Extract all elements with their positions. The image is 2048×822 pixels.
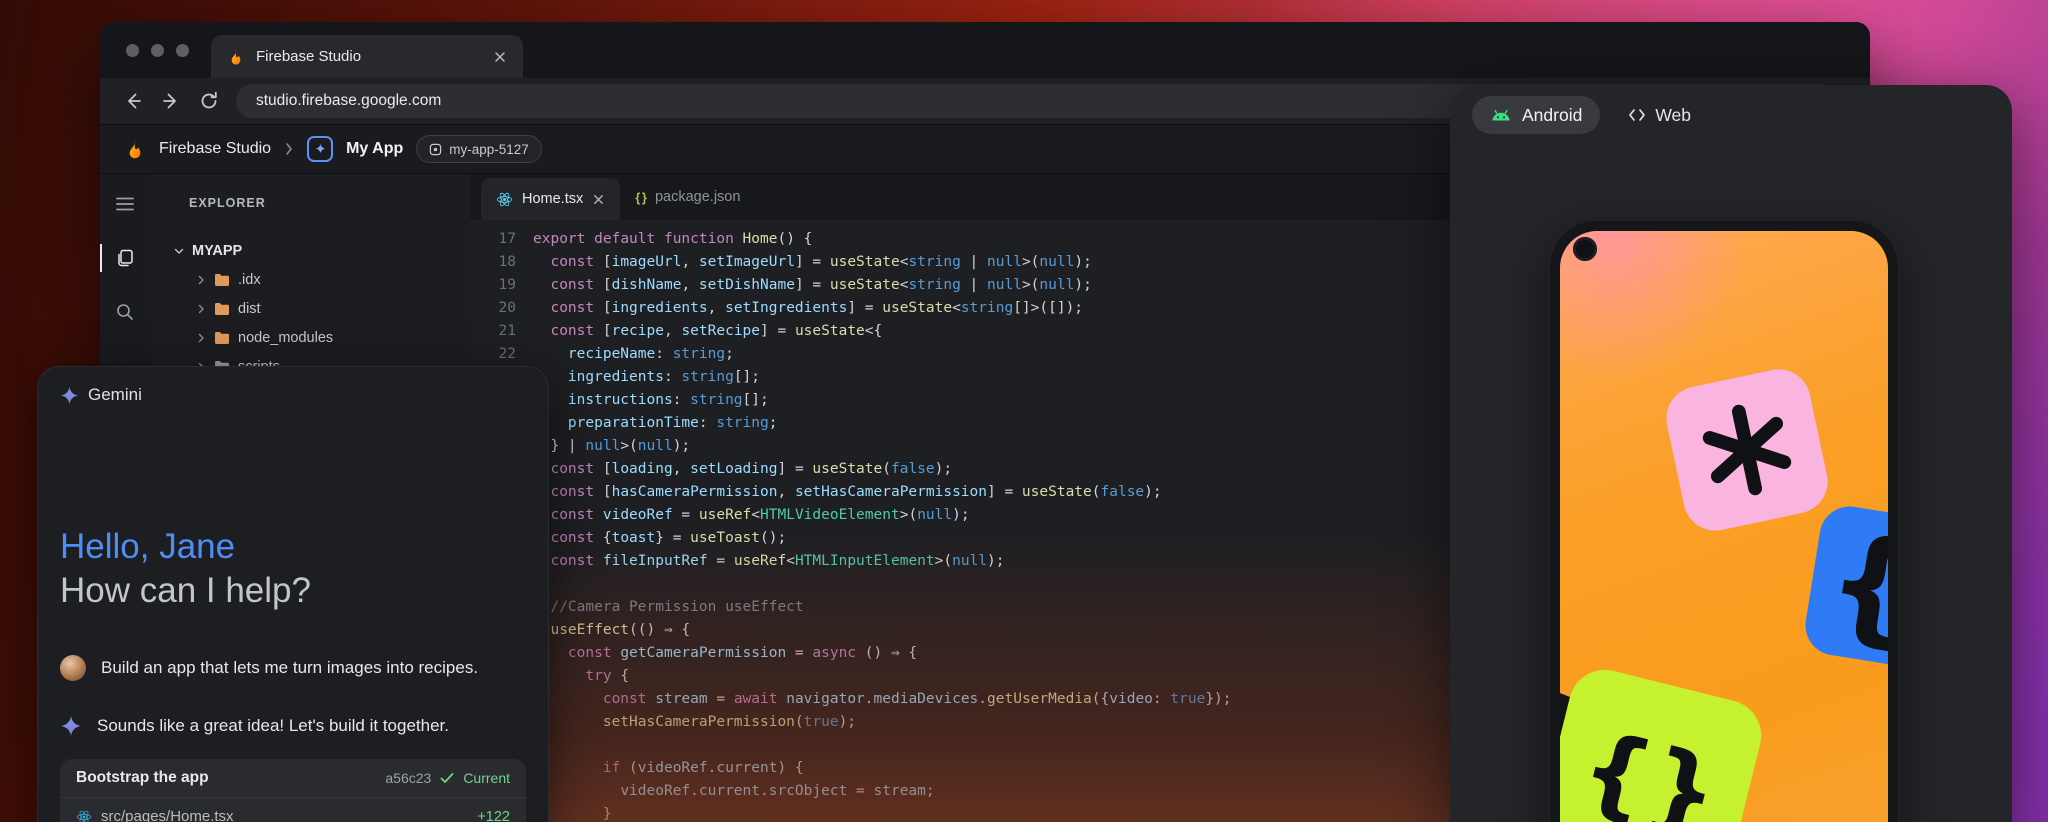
browser-tab-title: Firebase Studio: [256, 48, 482, 65]
folder-icon: [214, 273, 230, 287]
gemini-panel: Gemini Hello, Jane How can I help? Build…: [37, 366, 549, 822]
brand-title[interactable]: Firebase Studio: [159, 140, 271, 158]
chevron-right-icon: [196, 275, 206, 285]
chevron-down-icon: [174, 246, 184, 256]
tree-item-label: .idx: [238, 272, 261, 288]
files-icon: [115, 248, 135, 268]
tree-item-label: dist: [238, 301, 261, 317]
changed-file-path: src/pages/Home.tsx: [101, 808, 468, 822]
tab-close-icon[interactable]: [592, 193, 605, 206]
phone-mockup: { {}: [1548, 219, 1900, 822]
tree-item-idx[interactable]: .idx: [150, 265, 470, 294]
android-toggle-label: Android: [1522, 105, 1582, 126]
search-icon: [115, 302, 135, 322]
user-avatar: [60, 655, 86, 681]
sticker-pink-asterisk: [1660, 363, 1833, 536]
project-id-icon: [429, 143, 442, 156]
window-maximize-button[interactable]: [176, 44, 189, 57]
user-message-row: Build an app that lets me turn images in…: [60, 655, 526, 681]
web-toggle-label: Web: [1655, 105, 1691, 126]
greeting-line1: Hello, Jane: [60, 525, 311, 569]
gemini-star-icon: [60, 715, 82, 737]
firebase-logo-icon: [124, 138, 146, 160]
hamburger-icon: [116, 197, 134, 211]
firebase-favicon-icon: [227, 48, 245, 66]
gemini-header: Gemini: [60, 385, 142, 405]
user-message: Build an app that lets me turn images in…: [101, 658, 478, 678]
project-id-label: my-app-5127: [449, 142, 529, 157]
window-close-button[interactable]: [126, 44, 139, 57]
forward-icon[interactable]: [160, 90, 182, 112]
window-controls: [100, 44, 189, 57]
search-activity-button[interactable]: [100, 290, 150, 334]
browser-tab-firebase-studio[interactable]: Firebase Studio: [211, 35, 523, 78]
assistant-message-row: Sounds like a great idea! Let's build it…: [60, 715, 526, 737]
chevron-right-icon: [196, 304, 206, 314]
react-icon: [76, 809, 92, 822]
chevron-right-icon: [196, 333, 206, 343]
project-icon: [307, 136, 333, 162]
editor-tab-label: Home.tsx: [522, 191, 583, 207]
project-name[interactable]: My App: [346, 140, 403, 158]
explorer-activity-button[interactable]: [100, 236, 150, 280]
web-toggle-button[interactable]: Web: [1628, 105, 1691, 126]
window-minimize-button[interactable]: [151, 44, 164, 57]
android-icon: [1490, 108, 1512, 122]
breadcrumb-chevron-icon: [284, 142, 294, 156]
platform-toggle: Android Web: [1472, 96, 1691, 134]
bootstrap-card: Bootstrap the app a56c23 Current src/pag…: [60, 759, 526, 822]
stage: Firebase Studio studio.firebase.google.c…: [0, 0, 2048, 822]
file-tree: MYAPP .idx dist node: [150, 236, 470, 381]
explorer-title: EXPLORER: [150, 196, 470, 210]
menu-button[interactable]: [100, 182, 150, 226]
tree-item-dist[interactable]: dist: [150, 294, 470, 323]
tree-item-label: node_modules: [238, 330, 333, 346]
commit-hash: a56c23: [385, 770, 431, 786]
browser-tab-strip: Firebase Studio: [100, 22, 1870, 78]
folder-icon: [214, 331, 230, 345]
asterisk-icon: [1687, 390, 1808, 511]
sticker-green-braces: {}: [1560, 662, 1769, 822]
refresh-icon[interactable]: [198, 90, 220, 112]
phone-camera: [1573, 237, 1597, 261]
device-preview-panel: Android Web { {}: [1450, 85, 2012, 822]
tree-item-node-modules[interactable]: node_modules: [150, 323, 470, 352]
gemini-title: Gemini: [88, 385, 142, 405]
tab-close-icon[interactable]: [493, 50, 507, 64]
editor-tab-home-tsx[interactable]: Home.tsx: [481, 178, 620, 220]
diff-count: +122: [477, 809, 510, 822]
status-badge: Current: [463, 770, 510, 786]
url-text: studio.firebase.google.com: [256, 92, 441, 110]
tree-root-myapp[interactable]: MYAPP: [150, 236, 470, 265]
phone-screen: { {}: [1560, 231, 1888, 822]
react-icon: [496, 191, 513, 208]
assistant-message: Sounds like a great idea! Let's build it…: [97, 716, 449, 736]
check-icon: [440, 772, 454, 784]
bootstrap-card-header[interactable]: Bootstrap the app a56c23 Current: [60, 759, 526, 797]
gemini-greeting: Hello, Jane How can I help?: [60, 525, 311, 613]
editor-tab-package-json[interactable]: { } package.json: [620, 174, 755, 220]
changed-file-row[interactable]: src/pages/Home.tsx +122: [60, 797, 526, 822]
code-icon: [1628, 107, 1646, 123]
project-id-badge[interactable]: my-app-5127: [416, 135, 542, 163]
back-icon[interactable]: [122, 90, 144, 112]
sticker-blue-brace: {: [1801, 502, 1888, 674]
greeting-line2: How can I help?: [60, 569, 311, 613]
android-toggle-button[interactable]: Android: [1472, 96, 1600, 134]
folder-icon: [214, 302, 230, 316]
gemini-star-icon: [60, 386, 79, 405]
tree-root-label: MYAPP: [192, 243, 242, 259]
card-title: Bootstrap the app: [76, 769, 376, 787]
braces-icon: { }: [635, 190, 646, 205]
editor-tab-label: package.json: [655, 189, 740, 205]
